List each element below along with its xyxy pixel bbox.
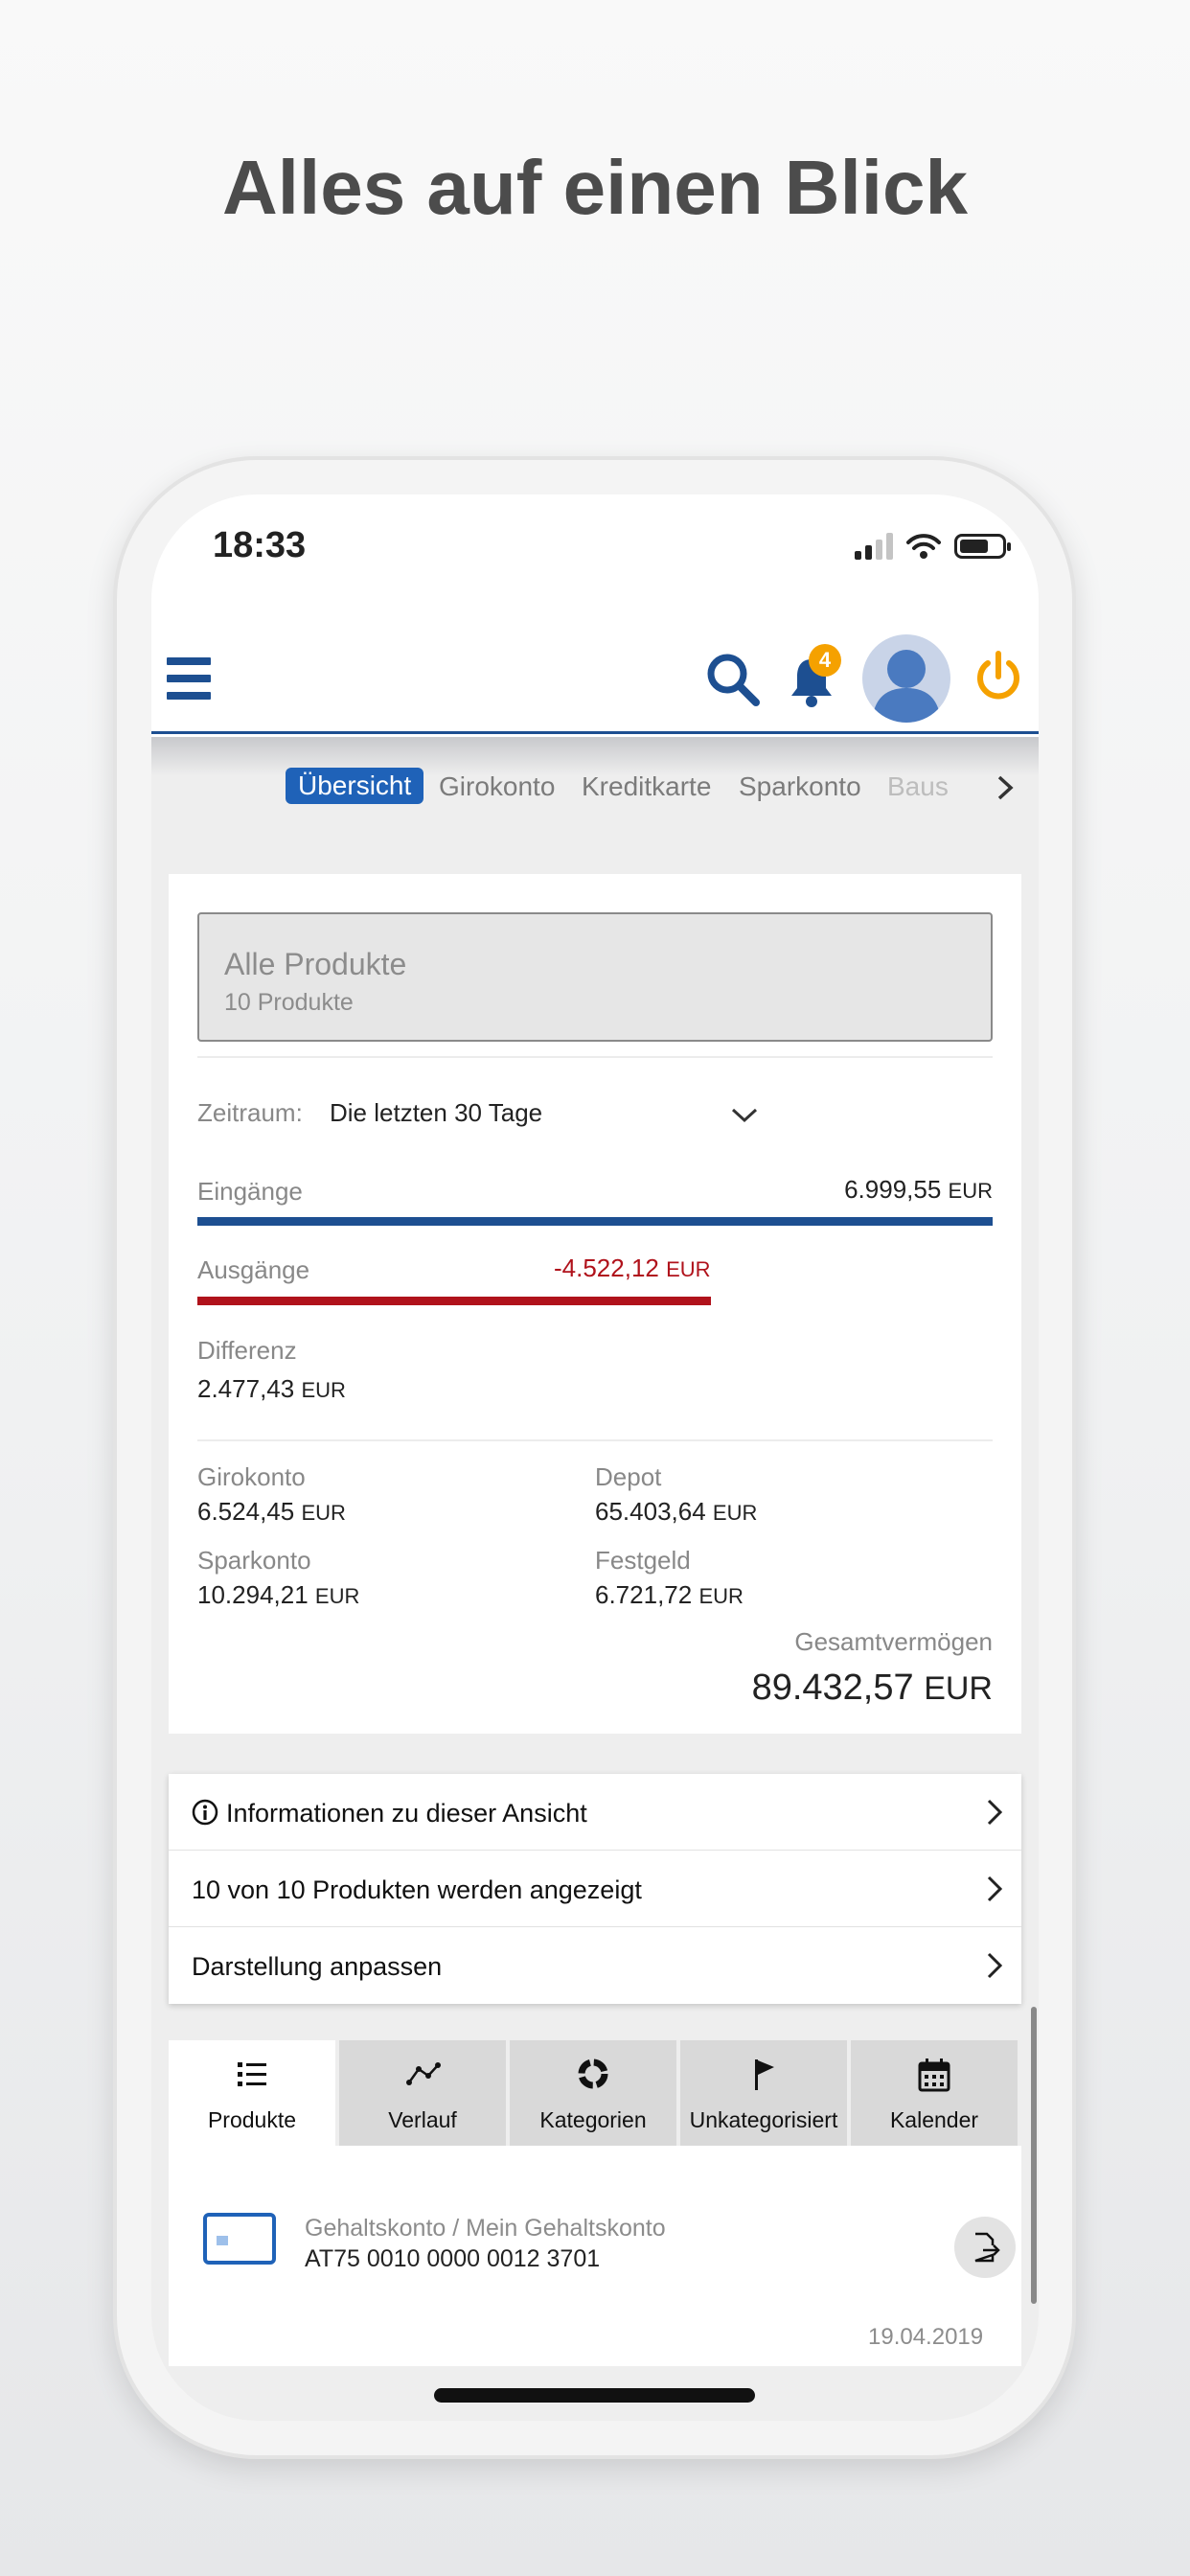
info-icon bbox=[192, 1799, 218, 1826]
tab-verlauf[interactable]: Verlauf bbox=[339, 2040, 506, 2146]
menu-item-customize[interactable]: Darstellung anpassen bbox=[169, 1927, 1021, 2004]
tab-unkategorisiert[interactable]: Unkategorisiert bbox=[680, 2040, 847, 2146]
wifi-icon bbox=[906, 534, 941, 559]
signal-icon bbox=[855, 533, 893, 560]
export-button[interactable] bbox=[954, 2217, 1016, 2278]
expenses-amount: -4.522,12 EUR bbox=[554, 1254, 711, 1282]
expenses-label: Ausgänge bbox=[197, 1255, 310, 1284]
income-bar bbox=[197, 1217, 993, 1226]
product-selector-count: 10 Produkte bbox=[224, 989, 354, 1016]
expenses-bar bbox=[197, 1297, 712, 1305]
phone-screen: 18:33 4 Übersicht Girokonto Kreditkarte … bbox=[151, 494, 1039, 2421]
chevron-right-icon[interactable] bbox=[995, 773, 1016, 802]
account-iban: AT75 0010 0000 0012 3701 bbox=[305, 2245, 601, 2272]
chevron-down-icon[interactable] bbox=[730, 1106, 759, 1125]
battery-icon bbox=[954, 534, 1011, 559]
account-list-item[interactable]: Gehaltskonto / Mein Gehaltskonto AT75 00… bbox=[169, 2146, 1021, 2366]
search-icon[interactable] bbox=[705, 652, 761, 707]
home-indicator bbox=[434, 2388, 755, 2403]
total-amount: 89.432,57 EUR bbox=[751, 1668, 993, 1708]
trend-icon bbox=[406, 2062, 441, 2085]
divider bbox=[197, 1439, 993, 1441]
tab-produkte[interactable]: Produkte bbox=[169, 2040, 335, 2146]
account-amount: 6.721,72 EUR bbox=[595, 1580, 744, 1609]
period-select[interactable]: Die letzten 30 Tage bbox=[330, 1098, 542, 1128]
tab-label: Produkte bbox=[207, 2107, 297, 2132]
chevron-right-icon bbox=[987, 1799, 1003, 1826]
notification-badge: 4 bbox=[809, 644, 841, 677]
export-icon bbox=[974, 2232, 1000, 2263]
account-amount: 6.524,45 EUR bbox=[197, 1497, 346, 1526]
menu-item-label: 10 von 10 Produkten werden angezeigt bbox=[192, 1875, 642, 1904]
overview-card: Alle Produkte 10 Produkte Zeitraum: Die … bbox=[169, 874, 1021, 1734]
tab-label: Verlauf bbox=[388, 2107, 457, 2132]
view-tabs: Produkte Verlauf Kategorien Unkategorisi… bbox=[169, 2040, 1018, 2146]
total-label: Gesamtvermögen bbox=[794, 1627, 993, 1656]
chevron-right-icon bbox=[987, 1952, 1003, 1979]
menu-icon[interactable] bbox=[167, 657, 211, 700]
tab-label: Kategorien bbox=[539, 2107, 647, 2132]
app-bar: 4 bbox=[151, 634, 1039, 734]
headline: Alles auf einen Blick bbox=[221, 145, 969, 230]
status-icons bbox=[855, 533, 1011, 560]
account-label: Sparkonto bbox=[197, 1546, 311, 1575]
product-selector-title: Alle Produkte bbox=[224, 947, 407, 981]
calendar-icon bbox=[918, 2058, 950, 2092]
account-label: Depot bbox=[595, 1462, 662, 1491]
account-label: Girokonto bbox=[197, 1462, 306, 1491]
info-menu: Informationen zu dieser Ansicht 10 von 1… bbox=[169, 1774, 1021, 2004]
period-label: Zeitraum: bbox=[197, 1098, 303, 1127]
tab-bausparen[interactable]: Baus bbox=[887, 771, 949, 802]
account-amount: 10.294,21 EUR bbox=[197, 1580, 360, 1609]
product-selector[interactable]: Alle Produkte 10 Produkte bbox=[197, 912, 993, 1042]
card-icon bbox=[203, 2213, 276, 2265]
tab-kategorien[interactable]: Kategorien bbox=[510, 2040, 676, 2146]
tab-kreditkarte[interactable]: Kreditkarte bbox=[582, 771, 711, 802]
difference-label: Differenz bbox=[197, 1336, 297, 1365]
scrollbar[interactable] bbox=[1031, 2007, 1037, 2304]
tab-girokonto[interactable]: Girokonto bbox=[439, 771, 555, 802]
difference-amount: 2.477,43 EUR bbox=[197, 1374, 346, 1403]
avatar[interactable] bbox=[862, 634, 950, 723]
account-label: Festgeld bbox=[595, 1546, 691, 1575]
tab-label: Unkategorisiert bbox=[689, 2107, 838, 2132]
product-tabs: Übersicht Girokonto Kreditkarte Sparkont… bbox=[151, 737, 1039, 823]
pie-icon bbox=[578, 2058, 608, 2089]
menu-item-products-shown[interactable]: 10 von 10 Produkten werden angezeigt bbox=[169, 1851, 1021, 1927]
menu-item-info[interactable]: Informationen zu dieser Ansicht bbox=[169, 1774, 1021, 1851]
tab-label: Kalender bbox=[889, 2107, 979, 2132]
income-amount: 6.999,55 EUR bbox=[844, 1175, 993, 1204]
status-time: 18:33 bbox=[213, 525, 307, 565]
tab-sparkonto[interactable]: Sparkonto bbox=[739, 771, 861, 802]
chevron-right-icon bbox=[987, 1875, 1003, 1902]
account-date: 19.04.2019 bbox=[868, 2324, 984, 2350]
divider bbox=[197, 1056, 993, 1058]
menu-item-label: Informationen zu dieser Ansicht bbox=[226, 1799, 587, 1828]
flag-icon bbox=[755, 2059, 774, 2090]
menu-item-label: Darstellung anpassen bbox=[192, 1952, 443, 1981]
income-label: Eingänge bbox=[197, 1177, 303, 1206]
user-icon bbox=[872, 650, 941, 723]
list-icon bbox=[238, 2062, 266, 2086]
tab-uebersicht[interactable]: Übersicht bbox=[286, 768, 424, 804]
account-name: Gehaltskonto / Mein Gehaltskonto bbox=[305, 2215, 666, 2242]
account-amount: 65.403,64 EUR bbox=[595, 1497, 758, 1526]
tab-kalender[interactable]: Kalender bbox=[851, 2040, 1018, 2146]
power-icon[interactable] bbox=[972, 650, 1025, 703]
